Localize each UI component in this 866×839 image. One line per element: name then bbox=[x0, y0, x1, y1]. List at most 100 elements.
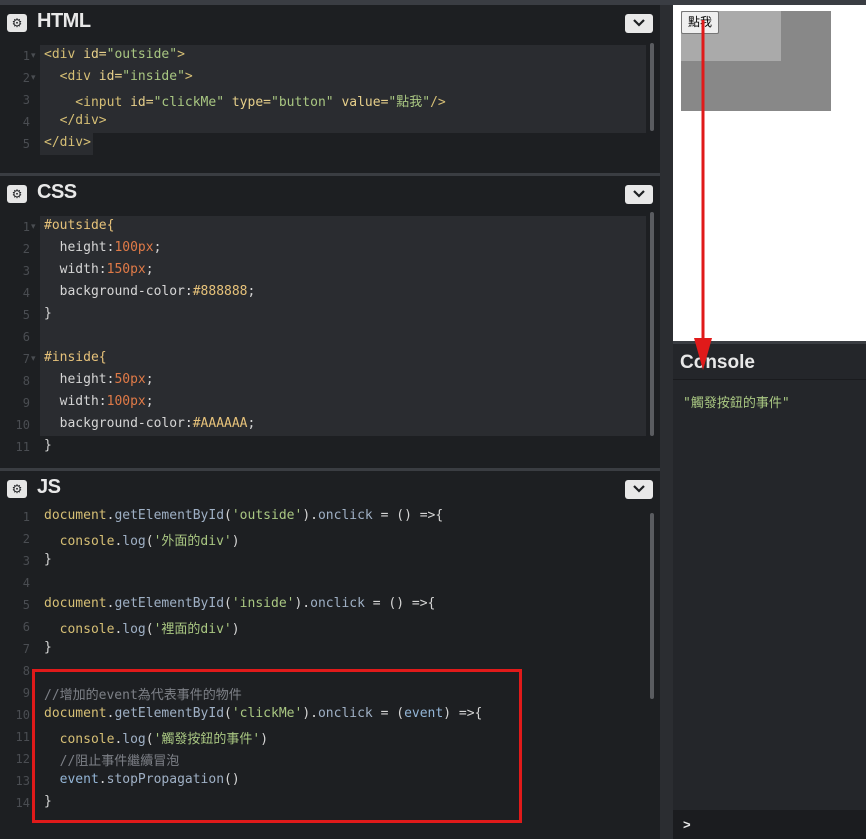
code-token: ; bbox=[247, 284, 256, 299]
css-panel-title: CSS bbox=[37, 181, 77, 203]
code-token: #inside{ bbox=[44, 350, 107, 365]
code-token: onclick bbox=[310, 596, 365, 611]
code-token: > bbox=[184, 69, 193, 84]
gear-icon[interactable]: ⚙ bbox=[7, 480, 27, 498]
chevron-down-icon[interactable] bbox=[625, 185, 653, 204]
line-number: 5 bbox=[22, 137, 30, 151]
chevron-down-icon[interactable] bbox=[625, 480, 653, 499]
code-token: #888888 bbox=[192, 284, 248, 299]
line-number: 7 bbox=[22, 352, 30, 366]
fold-marker-icon[interactable]: ▾ bbox=[31, 50, 36, 61]
code-token: "clickMe" bbox=[153, 95, 232, 110]
code-line: <input id="clickMe" type="button" value=… bbox=[44, 91, 445, 110]
code-token: height: bbox=[44, 240, 115, 255]
code-token: log bbox=[122, 622, 146, 637]
code-token: #outside{ bbox=[44, 218, 115, 233]
line-number: 5 bbox=[22, 308, 30, 322]
code-token: log bbox=[122, 534, 146, 549]
code-token: 50px bbox=[114, 372, 146, 387]
code-token: ; bbox=[247, 416, 256, 431]
code-token: value= bbox=[341, 95, 389, 110]
code-token: ). bbox=[294, 596, 311, 611]
code-token: type= bbox=[231, 95, 271, 110]
code-token: ). bbox=[302, 508, 318, 523]
line-number: 9 bbox=[22, 396, 30, 410]
html-editor-scrollbar[interactable] bbox=[650, 43, 654, 131]
code-line: console.log('裡面的div') bbox=[44, 618, 240, 637]
code-line: height:50px; bbox=[44, 372, 154, 387]
line-number: 2 bbox=[22, 532, 30, 546]
fold-marker-icon[interactable]: ▾ bbox=[31, 353, 36, 364]
line-number: 13 bbox=[15, 774, 30, 788]
line-number: 6 bbox=[22, 330, 30, 344]
fold-marker-icon[interactable]: ▾ bbox=[31, 221, 36, 232]
line-number: 10 bbox=[15, 418, 30, 432]
console-input[interactable]: > bbox=[673, 810, 866, 839]
code-line: } bbox=[44, 640, 52, 655]
code-line: #outside{ bbox=[44, 218, 114, 233]
code-line: <div id="outside"> bbox=[44, 47, 185, 62]
gear-icon[interactable]: ⚙ bbox=[7, 185, 27, 203]
code-token: width: bbox=[44, 262, 107, 277]
code-token: ) bbox=[231, 534, 240, 549]
vertical-splitter[interactable] bbox=[660, 5, 673, 839]
html-panel: ⚙ HTML 1 ▾ <div id="outside"> 2 ▾ <div id="i… bbox=[0, 5, 660, 173]
code-line: </div> bbox=[44, 113, 107, 128]
code-line: #inside{ bbox=[44, 350, 107, 365]
chevron-down-icon[interactable] bbox=[625, 14, 653, 33]
fold-marker-icon[interactable]: ▾ bbox=[31, 72, 36, 83]
code-line: width:150px; bbox=[44, 262, 154, 277]
code-line: width:100px; bbox=[44, 394, 154, 409]
css-editor-scrollbar[interactable] bbox=[650, 212, 654, 436]
code-line: </div> bbox=[44, 135, 91, 150]
code-token: getElementById bbox=[114, 508, 225, 523]
code-token: '外面的div' bbox=[153, 534, 232, 549]
code-token: id= bbox=[83, 47, 107, 62]
code-token: 100px bbox=[114, 240, 154, 255]
code-line: document.getElementById('inside').onclic… bbox=[44, 596, 435, 611]
code-token: } bbox=[44, 306, 52, 321]
code-token: "inside" bbox=[122, 69, 185, 84]
code-token: ; bbox=[145, 262, 154, 277]
code-line: background-color:#888888; bbox=[44, 284, 256, 299]
html-panel-title: HTML bbox=[37, 10, 91, 32]
code-token: > bbox=[177, 47, 185, 62]
code-token: 150px bbox=[106, 262, 146, 277]
console-prompt: > bbox=[683, 817, 691, 832]
code-token: = () =>{ bbox=[372, 508, 444, 523]
js-editor-scrollbar[interactable] bbox=[650, 513, 654, 699]
code-token: } bbox=[44, 552, 52, 567]
line-number: 2 bbox=[22, 71, 30, 85]
gear-icon[interactable]: ⚙ bbox=[7, 14, 27, 32]
code-token: ( bbox=[145, 622, 154, 637]
line-number: 11 bbox=[15, 440, 30, 454]
code-token: background-color: bbox=[44, 284, 193, 299]
code-token: "outside" bbox=[106, 47, 178, 62]
code-token: ; bbox=[153, 240, 162, 255]
code-token: id= bbox=[130, 95, 154, 110]
code-token: onclick bbox=[317, 508, 373, 523]
console-panel: Console "觸發按鈕的事件" > bbox=[673, 344, 866, 839]
code-token: ( bbox=[145, 534, 154, 549]
code-token: </div> bbox=[44, 135, 91, 150]
code-token: 'outside' bbox=[231, 508, 303, 523]
line-number: 8 bbox=[22, 664, 30, 678]
line-number: 11 bbox=[15, 730, 30, 744]
line-number: 8 bbox=[22, 374, 30, 388]
line-number: 1 bbox=[22, 510, 30, 524]
code-token: ) bbox=[231, 622, 240, 637]
code-token: '裡面的div' bbox=[153, 622, 232, 637]
line-number: 3 bbox=[22, 264, 30, 278]
code-token: width: bbox=[44, 394, 107, 409]
line-number: 4 bbox=[22, 286, 30, 300]
line-number: 4 bbox=[22, 576, 30, 590]
code-token: "點我" bbox=[388, 95, 431, 110]
code-line: background-color:#AAAAAA; bbox=[44, 416, 256, 431]
code-token: <div bbox=[44, 47, 84, 62]
code-token: 100px bbox=[106, 394, 146, 409]
line-number: 6 bbox=[22, 620, 30, 634]
html-panel-header: ⚙ HTML bbox=[0, 5, 660, 41]
console-header-border bbox=[673, 379, 866, 380]
code-token: getElementById bbox=[114, 596, 225, 611]
code-line: console.log('外面的div') bbox=[44, 530, 240, 549]
